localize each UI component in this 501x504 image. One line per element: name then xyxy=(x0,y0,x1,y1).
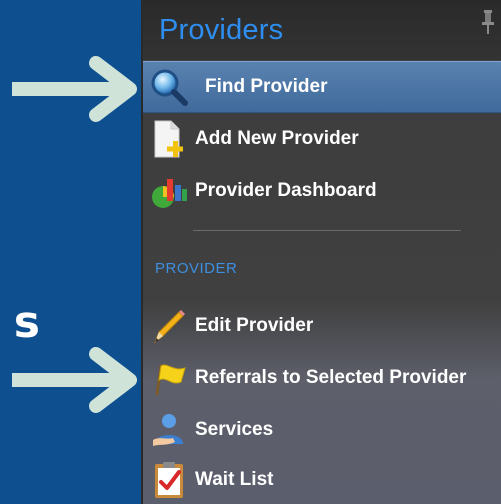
flag-icon xyxy=(147,356,191,400)
find-provider-item[interactable]: Find Provider xyxy=(143,61,501,113)
add-document-icon xyxy=(147,117,191,161)
item-label: Find Provider xyxy=(205,76,328,97)
services-item[interactable]: Services xyxy=(143,404,501,456)
item-label: Wait List xyxy=(195,469,274,490)
section-label: PROVIDER xyxy=(155,260,238,277)
pencil-icon xyxy=(147,304,191,348)
pointer-arrow-icon xyxy=(12,347,137,413)
panel-title: Providers xyxy=(159,14,284,46)
item-label: Add New Provider xyxy=(195,128,359,149)
pointer-arrow-icon xyxy=(12,56,137,122)
add-new-provider-item[interactable]: Add New Provider xyxy=(143,113,501,165)
person-services-icon xyxy=(147,408,191,452)
referrals-to-selected-provider-item[interactable]: Referrals to Selected Provider xyxy=(143,352,501,404)
item-label: Provider Dashboard xyxy=(195,180,377,201)
cropped-heading-text: s xyxy=(13,297,40,348)
panel-header: Providers xyxy=(143,0,501,60)
pin-icon[interactable] xyxy=(481,10,495,34)
providers-panel: Providers Find Provider Add New Provider… xyxy=(141,0,501,504)
checklist-icon xyxy=(147,458,191,502)
item-label: Referrals to Selected Provider xyxy=(195,367,467,388)
edit-provider-item[interactable]: Edit Provider xyxy=(143,300,501,352)
magnifier-icon xyxy=(147,65,191,109)
divider xyxy=(193,230,461,231)
item-label: Edit Provider xyxy=(195,315,314,336)
dashboard-chart-icon xyxy=(147,169,191,213)
wait-list-item[interactable]: Wait List xyxy=(143,454,501,504)
provider-dashboard-item[interactable]: Provider Dashboard xyxy=(143,165,501,217)
item-label: Services xyxy=(195,419,274,440)
